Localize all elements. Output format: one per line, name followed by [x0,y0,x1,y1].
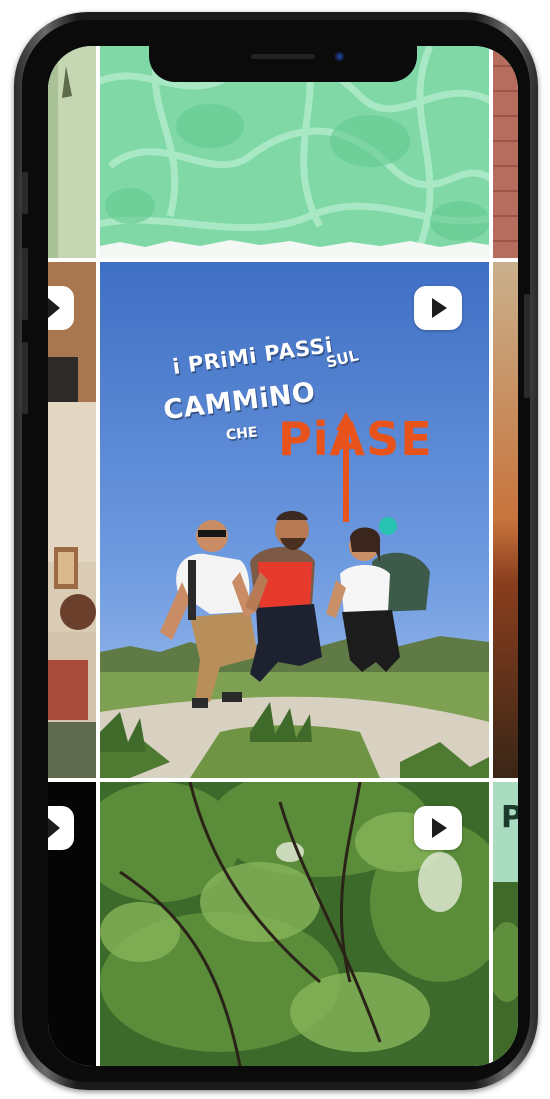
grid-post-right-middle[interactable] [493,262,518,778]
phone-screen: i PRiMi PASSi CAMMiNO SUL CHE PiASE P [48,46,518,1066]
earpiece-speaker [251,54,315,59]
grid-post-left-bottom[interactable] [48,782,96,1066]
play-icon[interactable] [414,806,462,850]
grid-post-featured[interactable]: i PRiMi PASSi CAMMiNO SUL CHE PiASE [100,262,489,778]
silent-switch [22,172,28,214]
grid-post-left-top[interactable] [48,46,96,258]
partial-post-letter: P [501,800,518,835]
play-icon [48,806,74,850]
post-thumbnail-image [493,46,518,258]
grid-post-left-middle[interactable] [48,262,96,778]
arrow-icon [336,412,356,522]
post-thumbnail-image [48,46,96,258]
post-thumbnail-image [493,262,518,778]
grid-post-right-top[interactable] [493,46,518,258]
volume-up-button [22,248,28,320]
volume-down-button [22,342,28,414]
grid-post-bottom[interactable] [100,782,489,1066]
play-icon [48,286,74,330]
post-title-che: CHE [225,424,259,444]
post-thumbnail-image [48,262,96,778]
front-camera-icon [335,52,344,61]
grid-post-right-bottom[interactable]: P [493,782,518,1066]
play-icon[interactable] [414,286,462,330]
power-button [524,294,530,398]
phone-notch [149,46,417,82]
